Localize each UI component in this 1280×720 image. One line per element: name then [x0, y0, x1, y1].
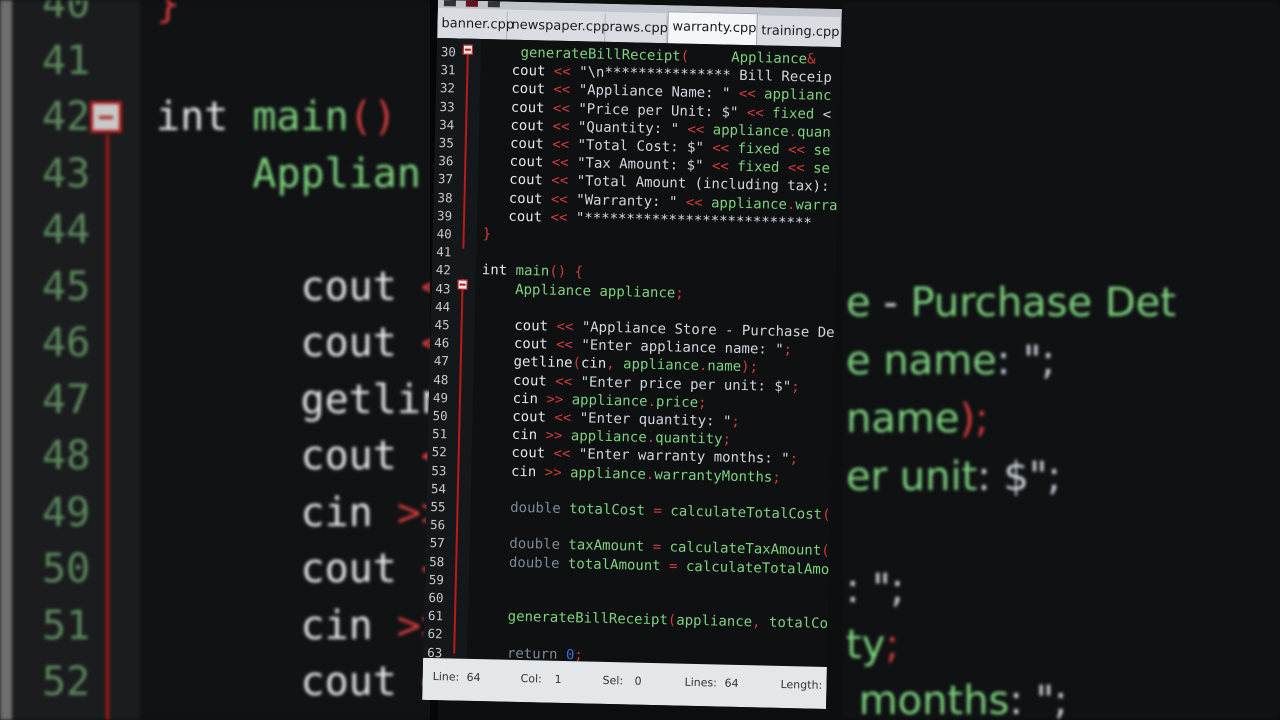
code-editor-window: banner.cpp newspaper.cpp raws.cpp warran…: [422, 0, 842, 709]
line-number: 48: [433, 371, 449, 387]
line-number: 38: [437, 189, 453, 205]
background-right-code-line: er unit: $";: [846, 454, 1061, 500]
line-number: 56: [429, 517, 446, 533]
background-code-text: int main(): [156, 94, 397, 140]
line-number: 40: [436, 226, 452, 242]
line-number: 36: [438, 153, 454, 169]
background-line-number: 44: [42, 207, 91, 253]
background-code-text: cout <<: [300, 320, 439, 366]
background-line-number: 50: [42, 546, 91, 592]
background-code-text: getline: [300, 376, 439, 423]
line-number: 33: [439, 98, 455, 114]
background-line-number: 51: [42, 602, 91, 649]
line-number: 61: [427, 608, 444, 624]
tab-raws[interactable]: raws.cpp: [605, 13, 668, 44]
line-number: 58: [429, 553, 445, 569]
background-line-number: 45: [42, 263, 91, 310]
background-code-text: Applian: [252, 150, 421, 197]
status-col-label: Col:: [520, 672, 542, 686]
line-number: 30: [440, 44, 457, 60]
background-right-code-line: months: ";: [858, 678, 1068, 720]
background-editor-left: 40} 41 42 int main() 43 Applian 44 45 cout << 4…: [0, 0, 438, 720]
line-number: 47: [433, 353, 450, 369]
line-number: 43: [435, 280, 451, 296]
background-line-number: 52: [42, 659, 91, 705]
line-number: 54: [430, 480, 447, 497]
background-code-text: cin >>: [300, 489, 439, 536]
line-number: 42: [435, 262, 452, 278]
line-number: 44: [434, 298, 451, 315]
background-fold-icon: [90, 101, 122, 133]
background-code-text: }: [156, 0, 181, 27]
toolbar-icon[interactable]: [465, 0, 478, 7]
line-number: 49: [432, 389, 449, 406]
background-line-number: 42: [42, 94, 91, 140]
line-number: 31: [440, 62, 456, 78]
line-number: 52: [431, 444, 447, 460]
line-number: 55: [430, 498, 446, 515]
background-line-number: 41: [42, 37, 91, 84]
background-line-number: 49: [42, 489, 91, 536]
code-text: }: [482, 226, 492, 243]
background-right-code-line: ty;: [846, 622, 899, 668]
background-code-text: cout <<: [300, 433, 439, 479]
line-number: 62: [427, 626, 443, 642]
line-number: 50: [432, 407, 448, 424]
background-line-number: 46: [42, 320, 91, 366]
line-number: 51: [431, 426, 448, 442]
status-lines-value: 64: [724, 676, 739, 690]
code-area[interactable]: 30 generateBillReceipt( Appliance& 31 cou…: [423, 37, 842, 667]
background-line-number: 47: [42, 376, 91, 423]
status-line-value: 64: [466, 670, 481, 685]
line-number: 34: [439, 116, 455, 133]
background-code-text: cout <<: [300, 659, 439, 705]
line-number: 57: [429, 535, 445, 551]
background-line-number: 43: [42, 150, 91, 197]
background-right-code-line: e - Purchase Det: [846, 280, 1176, 326]
line-number: 35: [438, 135, 454, 151]
line-number: 59: [428, 571, 445, 588]
background-line-number: 48: [42, 433, 91, 479]
line-number: 45: [434, 317, 450, 333]
status-line-label: Line:: [432, 670, 460, 684]
background-code-text: cin >>: [300, 602, 439, 649]
line-number: 37: [437, 171, 454, 187]
toolbar-icon[interactable]: [487, 1, 500, 8]
tab-newspaper[interactable]: newspaper.cpp: [507, 11, 610, 42]
line-number: 60: [428, 589, 444, 606]
line-number: 39: [436, 207, 453, 224]
tab-training[interactable]: training.cpp: [757, 17, 842, 48]
status-sel-value: 0: [634, 674, 642, 688]
status-lines-label: Lines:: [684, 675, 718, 690]
tab-warranty[interactable]: warranty.cpp: [667, 11, 758, 46]
status-sel-label: Sel:: [602, 673, 624, 688]
status-bar: Line: 64 Col: 1 Sel: 0 Lines: 64 Length:: [422, 657, 827, 709]
status-col-value: 1: [554, 672, 562, 686]
tab-banner[interactable]: banner.cpp: [437, 9, 514, 40]
background-code-text: cout <<: [300, 263, 439, 310]
background-right-code-line: name);: [846, 396, 989, 442]
background-right-code-line: e name: ";: [846, 338, 1055, 384]
background-editor-right: e - Purchase Det e name: "; name); er unit:…: [842, 0, 1280, 720]
background-fold-line: [106, 135, 109, 720]
line-number: 53: [431, 462, 447, 478]
line-number: 46: [434, 335, 450, 351]
toolbar-icon[interactable]: [443, 0, 456, 7]
background-strip: [0, 0, 12, 720]
background-code-text: cout <<: [300, 546, 439, 592]
background-right-code-line: : ";: [846, 566, 905, 612]
status-length-label: Length:: [780, 677, 823, 692]
line-number: 41: [436, 244, 452, 260]
background-line-number: 40: [42, 0, 91, 27]
line-number: 32: [439, 80, 456, 96]
